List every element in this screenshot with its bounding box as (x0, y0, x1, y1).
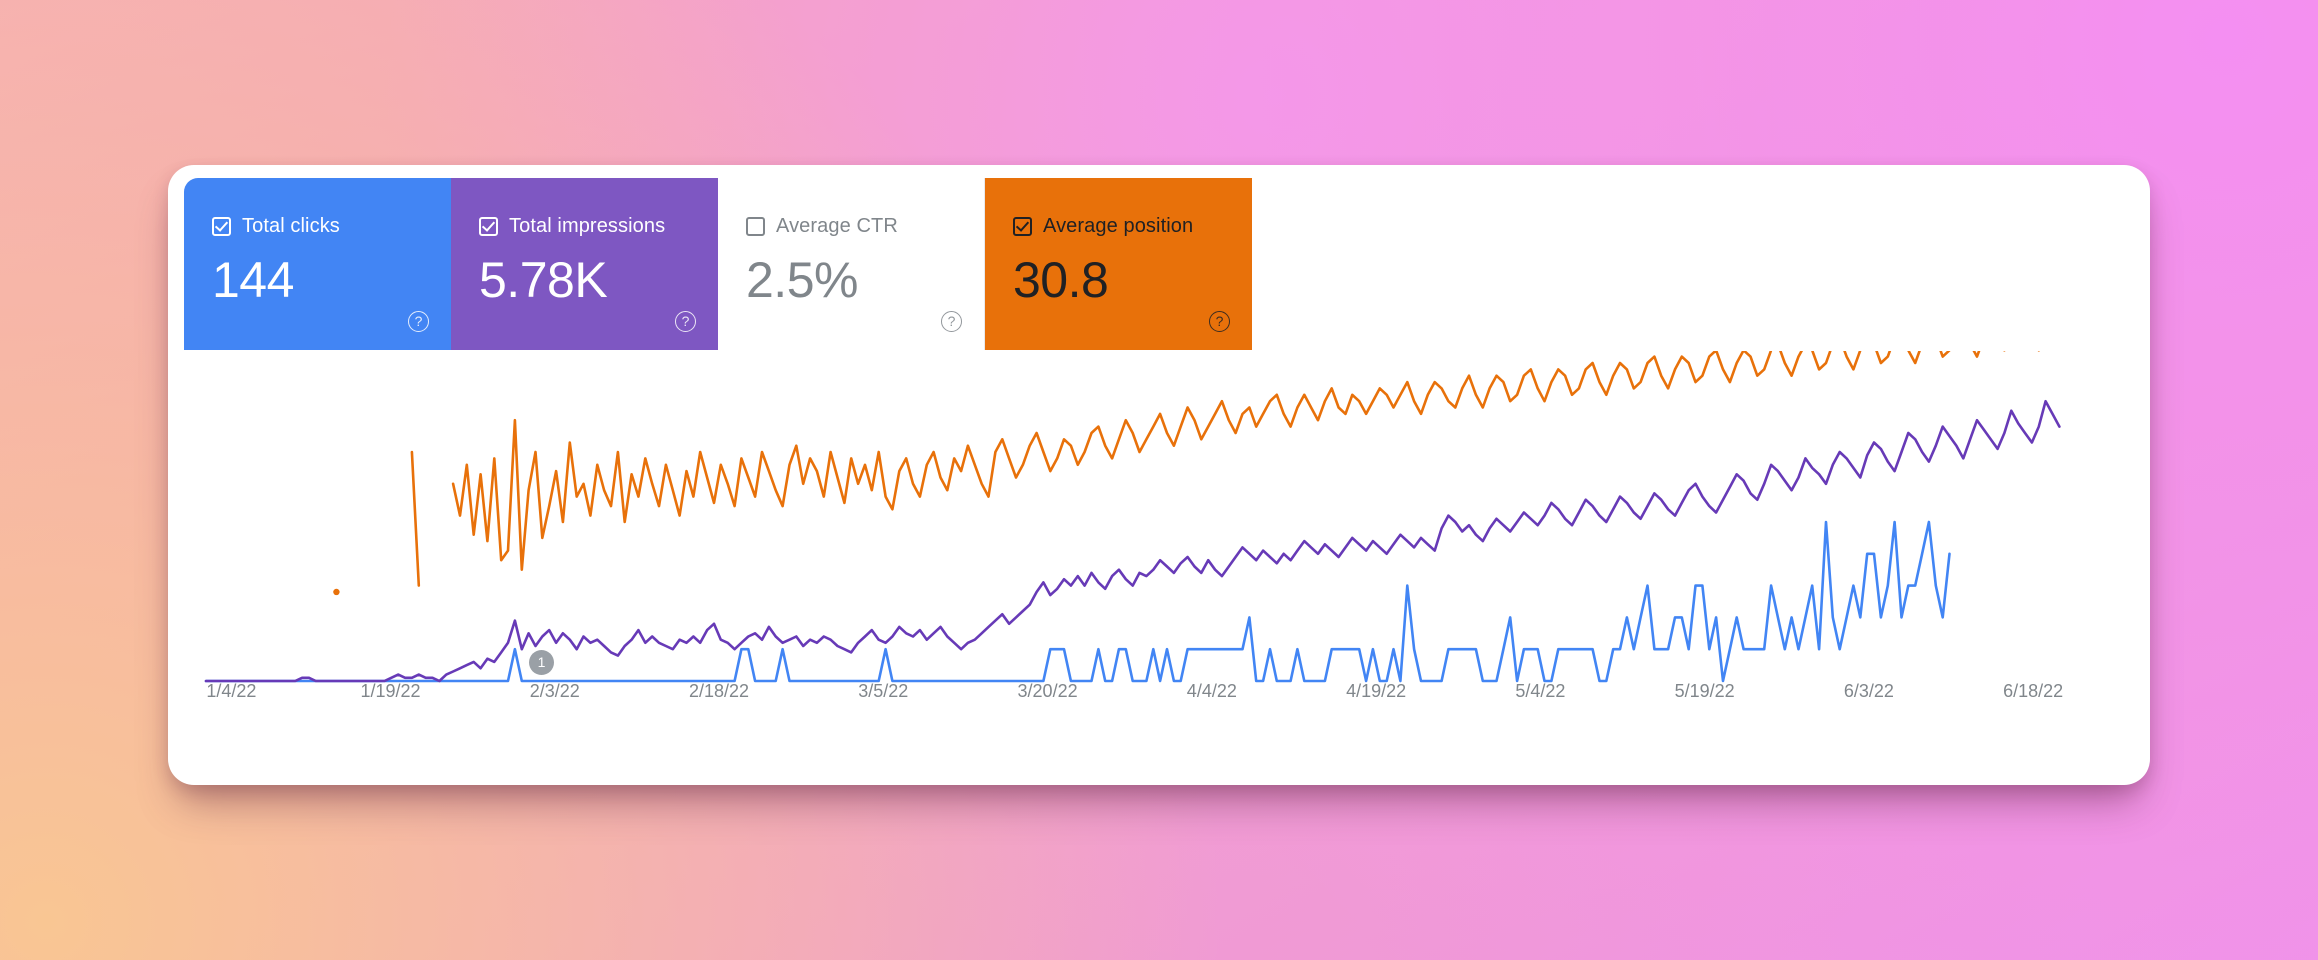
x-axis-tick-label: 6/18/22 (2003, 681, 2064, 701)
x-axis-tick-label: 2/18/22 (689, 681, 750, 701)
metric-card-average-position[interactable]: Average position 30.8 ? (985, 178, 1252, 350)
x-axis-tick-label: 1/19/22 (360, 681, 421, 701)
metric-value: 144 (212, 252, 294, 308)
metric-card-total-clicks[interactable]: Total clicks 144 ? (184, 178, 451, 350)
x-axis-tick-label: 5/19/22 (1674, 681, 1735, 701)
performance-panel: Total clicks 144 ? Total impressions 5.7… (168, 165, 2150, 785)
chart-data-point (333, 588, 340, 596)
chart-series-line-total-clicks (204, 520, 1951, 683)
x-axis-tick-label: 3/20/22 (1017, 681, 1078, 701)
metric-label: Average position (1043, 214, 1194, 237)
performance-chart[interactable]: 1 1/4/22 1/19/22 2/3/22 2/18/22 3/5/22 3/20/2… (168, 351, 2150, 785)
metric-header: Average position (1013, 214, 1252, 237)
help-icon[interactable]: ? (1209, 311, 1230, 332)
metric-header: Total clicks (212, 214, 451, 237)
help-icon[interactable]: ? (675, 311, 696, 332)
chart-annotation-marker[interactable]: 1 (529, 650, 554, 675)
metric-label: Total impressions (509, 214, 666, 237)
metric-card-average-ctr[interactable]: Average CTR 2.5% ? (718, 178, 985, 350)
total-clicks-checkbox[interactable] (212, 216, 231, 236)
average-ctr-checkbox[interactable] (746, 216, 765, 236)
chart-x-axis: 1/4/22 1/19/22 2/3/22 2/18/22 3/5/22 3/20/22 4… (168, 681, 2150, 711)
x-axis-tick-label: 2/3/22 (529, 681, 580, 701)
metric-header: Average CTR (746, 214, 984, 237)
x-axis-tick-label: 4/4/22 (1186, 681, 1237, 701)
x-axis-tick-label: 3/5/22 (858, 681, 909, 701)
metric-value: 30.8 (1013, 252, 1109, 308)
metric-label: Total clicks (242, 214, 340, 237)
help-icon[interactable]: ? (941, 311, 962, 332)
chart-plot-area[interactable] (168, 351, 2150, 721)
metric-value: 2.5% (746, 252, 858, 308)
x-axis-tick-label: 4/19/22 (1346, 681, 1407, 701)
x-axis-tick-label: 5/4/22 (1515, 681, 1566, 701)
x-axis-tick-label: 1/4/22 (206, 681, 257, 701)
chart-series-line-average-position (451, 351, 2040, 571)
metric-card-row: Total clicks 144 ? Total impressions 5.7… (184, 178, 1252, 350)
chart-series-line-average-position (410, 450, 421, 587)
metric-value: 5.78K (479, 252, 608, 308)
metric-label: Average CTR (776, 214, 898, 237)
metric-card-total-impressions[interactable]: Total impressions 5.78K ? (451, 178, 718, 350)
total-impressions-checkbox[interactable] (479, 216, 498, 236)
metric-header: Total impressions (479, 214, 718, 237)
average-position-checkbox[interactable] (1013, 216, 1032, 236)
help-icon[interactable]: ? (408, 311, 429, 332)
x-axis-tick-label: 6/3/22 (1843, 681, 1894, 701)
